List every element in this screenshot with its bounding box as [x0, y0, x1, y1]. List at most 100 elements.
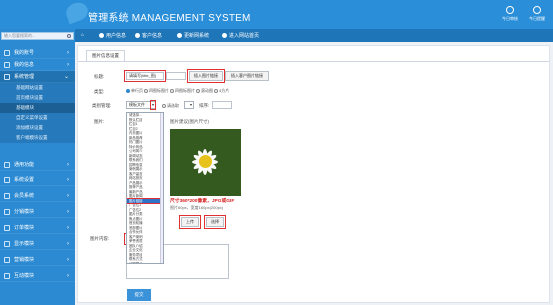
sort-input[interactable] — [212, 101, 232, 109]
image-hint: 图片建议(图片尺寸) — [170, 119, 209, 124]
sidebar-item-members[interactable]: 会员系统 › — [0, 190, 75, 202]
sidebar-item-settings[interactable]: 系统设置 › — [0, 174, 75, 186]
person-icon — [506, 6, 514, 14]
today-review-button[interactable]: 今日审核 — [497, 6, 523, 22]
dropdown-option[interactable]: 地图展示 — [127, 262, 163, 264]
radio-icon — [162, 103, 166, 108]
radio-checked-icon — [126, 88, 130, 93]
marketing-icon — [4, 257, 10, 263]
preview-image — [170, 129, 241, 196]
chevron-right-icon: › — [67, 162, 69, 168]
sidebar-sub-item-current[interactable]: 基础模块 — [0, 103, 75, 113]
chevron-down-icon: ▾ — [189, 102, 192, 107]
type-label: 类型: — [94, 89, 105, 94]
display-icon — [4, 241, 10, 247]
chat-icon — [4, 273, 10, 279]
sidebar-sub-item[interactable]: 首页模块设置 — [0, 93, 75, 103]
tab-image-settings[interactable]: 图片信息设置 — [86, 50, 125, 61]
gear-icon — [4, 74, 10, 80]
upload-button[interactable]: 上传 — [179, 215, 201, 229]
grid-icon — [4, 162, 10, 168]
category-small-select[interactable]: ▾ — [184, 101, 194, 109]
category-select[interactable]: 模板文件 ▾ — [126, 100, 157, 110]
chevron-down-icon: ⌄ — [63, 74, 69, 80]
sidebar-search-input[interactable]: 输入您要搜索的... — [1, 32, 74, 40]
top-bar: 管理系统 MANAGEMENT SYSTEM 今日审核 今日提醒 — [0, 0, 553, 29]
image-caption: 图片60px，宽度160px(200px) — [170, 205, 224, 210]
logo-icon — [63, 0, 91, 25]
category-dropdown-list[interactable]: 请选择... 默认栏目 栏目1 栏目2 内页图片 新品推荐 热门图片 特价商品 公司简介 新闻动态… — [126, 112, 164, 264]
tab-divider — [78, 61, 549, 62]
chevron-right-icon: › — [67, 209, 69, 215]
sidebar-item-distribution[interactable]: 分销模块 › — [0, 206, 75, 218]
settings-icon — [4, 177, 10, 183]
user-icon — [4, 50, 10, 56]
sidebar-item-display[interactable]: 显示模块 › — [0, 238, 75, 250]
home-icon[interactable]: ⌂ — [81, 32, 84, 38]
chevron-right-icon: › — [67, 62, 69, 68]
category-label: 类别管理: — [92, 103, 112, 108]
chevron-right-icon: › — [67, 50, 69, 56]
eye-icon — [222, 33, 227, 39]
chevron-right-icon: › — [67, 257, 69, 263]
user-icon — [99, 33, 104, 39]
sidebar-sub-item[interactable]: 基础网站设置 — [0, 83, 75, 93]
sort-label: 排序: — [199, 103, 210, 108]
type-option-scroll[interactable]: 滚动图 — [196, 88, 213, 94]
chevron-right-icon: › — [67, 177, 69, 183]
sidebar: 输入您要搜索的... 我的账号 › 我的信息 › 系统管理 ⌄ 基础网站设置 首页模块… — [0, 29, 75, 305]
sidebar-item-orders[interactable]: 订单模块 › — [0, 222, 75, 234]
type-option-four-a[interactable]: 四图标图片 — [144, 88, 169, 94]
chevron-down-icon[interactable]: ▾ — [149, 100, 157, 110]
radio-icon — [144, 88, 148, 93]
share-icon — [4, 209, 10, 215]
radio-icon — [214, 88, 218, 93]
category-small-option[interactable]: 请选取 — [162, 103, 179, 109]
sidebar-item-info[interactable]: 我的信息 › — [0, 59, 75, 71]
browse-button[interactable]: 选择 — [204, 215, 226, 229]
dropdown-scrollbar[interactable] — [160, 113, 163, 263]
members-icon — [4, 193, 10, 199]
sidebar-item-general[interactable]: 通用功能 › — [0, 159, 75, 171]
nav-item-customer[interactable]: 客户信息 — [135, 32, 162, 39]
sidebar-item-interaction[interactable]: 互动模块 › — [0, 270, 75, 282]
image-label: 图片: — [94, 119, 105, 124]
insert-image-link-button[interactable]: 插入图片链接 — [187, 69, 225, 83]
title-input[interactable]: 请填写(title_图) — [124, 70, 166, 82]
image-content-label: 图片内容: — [90, 236, 110, 241]
title-extra-input[interactable] — [166, 72, 186, 80]
sidebar-sub-item[interactable]: 添加模块设置 — [0, 123, 75, 133]
sidebar-sub-item[interactable]: 自定义菜单设置 — [0, 113, 75, 123]
refresh-icon — [177, 33, 182, 39]
search-icon[interactable] — [67, 34, 71, 38]
sidebar-item-account[interactable]: 我的账号 › — [0, 47, 75, 59]
sidebar-item-marketing[interactable]: 营销模块 › — [0, 254, 75, 266]
nav-item-update[interactable]: 更新网系统 — [177, 32, 209, 39]
bell-icon — [533, 6, 541, 14]
customer-icon — [135, 33, 140, 39]
radio-icon — [170, 88, 174, 93]
type-option-square[interactable]: 4方片 — [214, 88, 229, 94]
sidebar-sub-item[interactable]: 客户端模块设置 — [0, 133, 75, 143]
content-panel: 图片信息设置 标题: 请填写(title_图) 插入图片链接 插入客户图片链接 … — [77, 45, 550, 303]
chevron-right-icon: › — [67, 193, 69, 199]
today-reminder-button[interactable]: 今日提醒 — [524, 6, 550, 22]
submit-button[interactable]: 提交 — [127, 289, 151, 301]
radio-icon — [196, 88, 200, 93]
sidebar-item-system[interactable]: 系统管理 ⌄ — [0, 71, 75, 83]
insert-customer-image-link-button[interactable]: 插入客户图片链接 — [225, 71, 269, 81]
title-label: 标题: — [94, 74, 105, 79]
info-icon — [4, 62, 10, 68]
chevron-right-icon: › — [67, 273, 69, 279]
image-size-note: 尺寸360*200像素，JPG或GIF — [170, 199, 235, 204]
type-option-four-b[interactable]: 四图标图片 — [170, 88, 195, 94]
nav-bar: ⌂ 用户信息 客户信息 更新网系统 进入网站首页 — [75, 29, 553, 42]
chevron-right-icon: › — [67, 225, 69, 231]
nav-item-user[interactable]: 用户信息 — [99, 32, 126, 39]
order-icon — [4, 225, 10, 231]
type-option-single[interactable]: 单行页 — [126, 88, 143, 94]
dropdown-items: 请选择... 默认栏目 栏目1 栏目2 内页图片 新品推荐 热门图片 特价商品 公司简介 新闻动态… — [127, 113, 163, 264]
chevron-right-icon: › — [67, 241, 69, 247]
nav-item-site-home[interactable]: 进入网站首页 — [222, 32, 259, 39]
app-title: 管理系统 MANAGEMENT SYSTEM — [88, 13, 251, 24]
